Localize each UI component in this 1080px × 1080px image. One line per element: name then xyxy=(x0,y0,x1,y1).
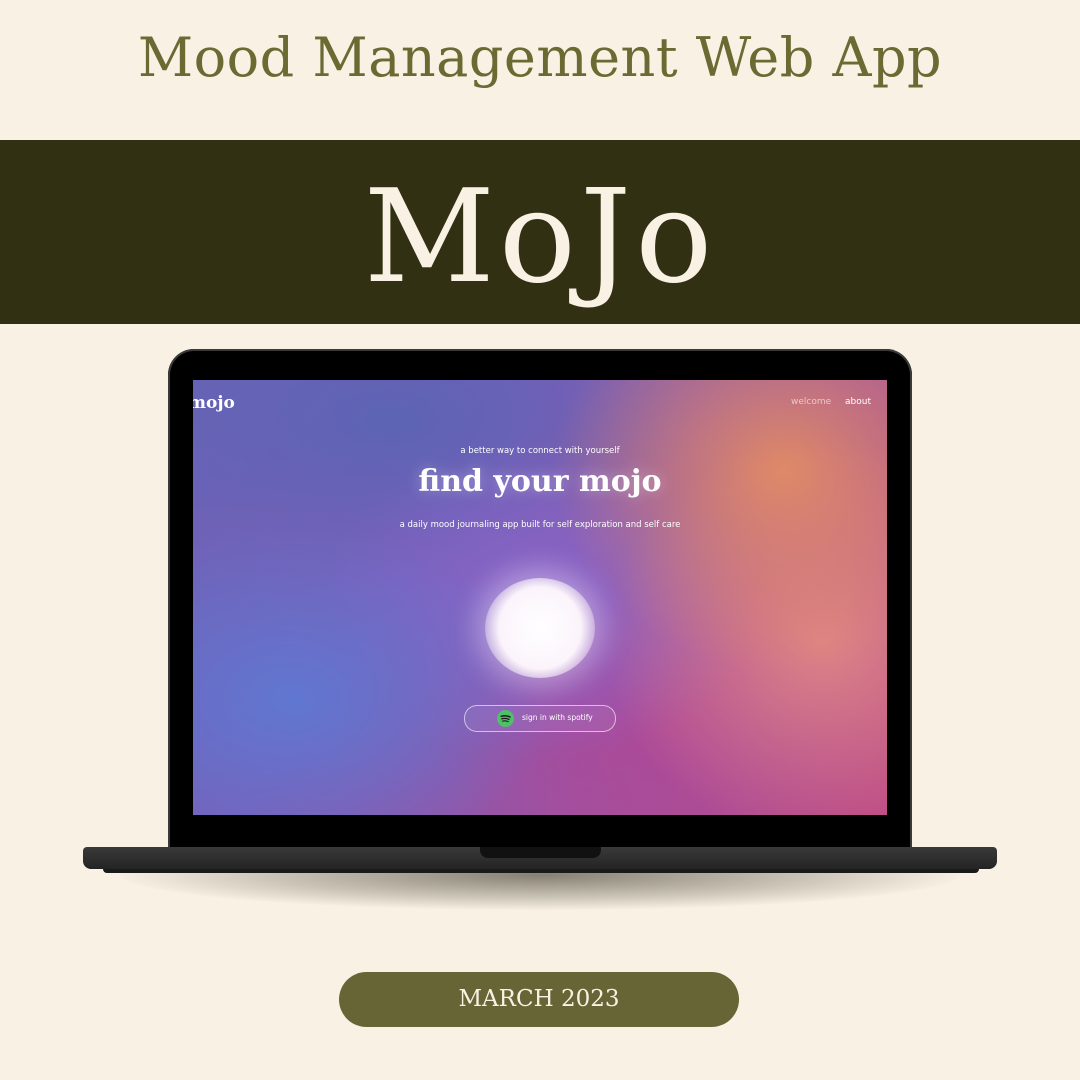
date-badge: MARCH 2023 xyxy=(339,972,739,1027)
laptop-screen: mojo welcome about a better way to conne… xyxy=(193,380,887,815)
brand-title: MoJo xyxy=(363,163,717,312)
laptop-notch xyxy=(480,847,601,858)
mood-orb xyxy=(485,578,595,678)
hero-subtitle: a daily mood journaling app built for se… xyxy=(399,520,681,530)
spotify-signin-button[interactable]: sign in with spotify xyxy=(464,705,616,732)
hero-title: find your mojo xyxy=(418,464,662,499)
spotify-icon xyxy=(497,710,514,727)
brand-banner: MoJo xyxy=(0,140,1080,324)
nav-link-welcome[interactable]: welcome xyxy=(791,397,831,407)
spotify-signin-label: sign in with spotify xyxy=(522,713,593,722)
hero-tagline: a better way to connect with yourself xyxy=(460,446,620,456)
nav-link-about[interactable]: about xyxy=(845,397,871,407)
page-heading: Mood Management Web App xyxy=(137,26,943,89)
app-nav: welcome about xyxy=(780,397,871,407)
app-logo[interactable]: mojo xyxy=(193,393,235,413)
laptop-base-lip xyxy=(103,869,979,873)
